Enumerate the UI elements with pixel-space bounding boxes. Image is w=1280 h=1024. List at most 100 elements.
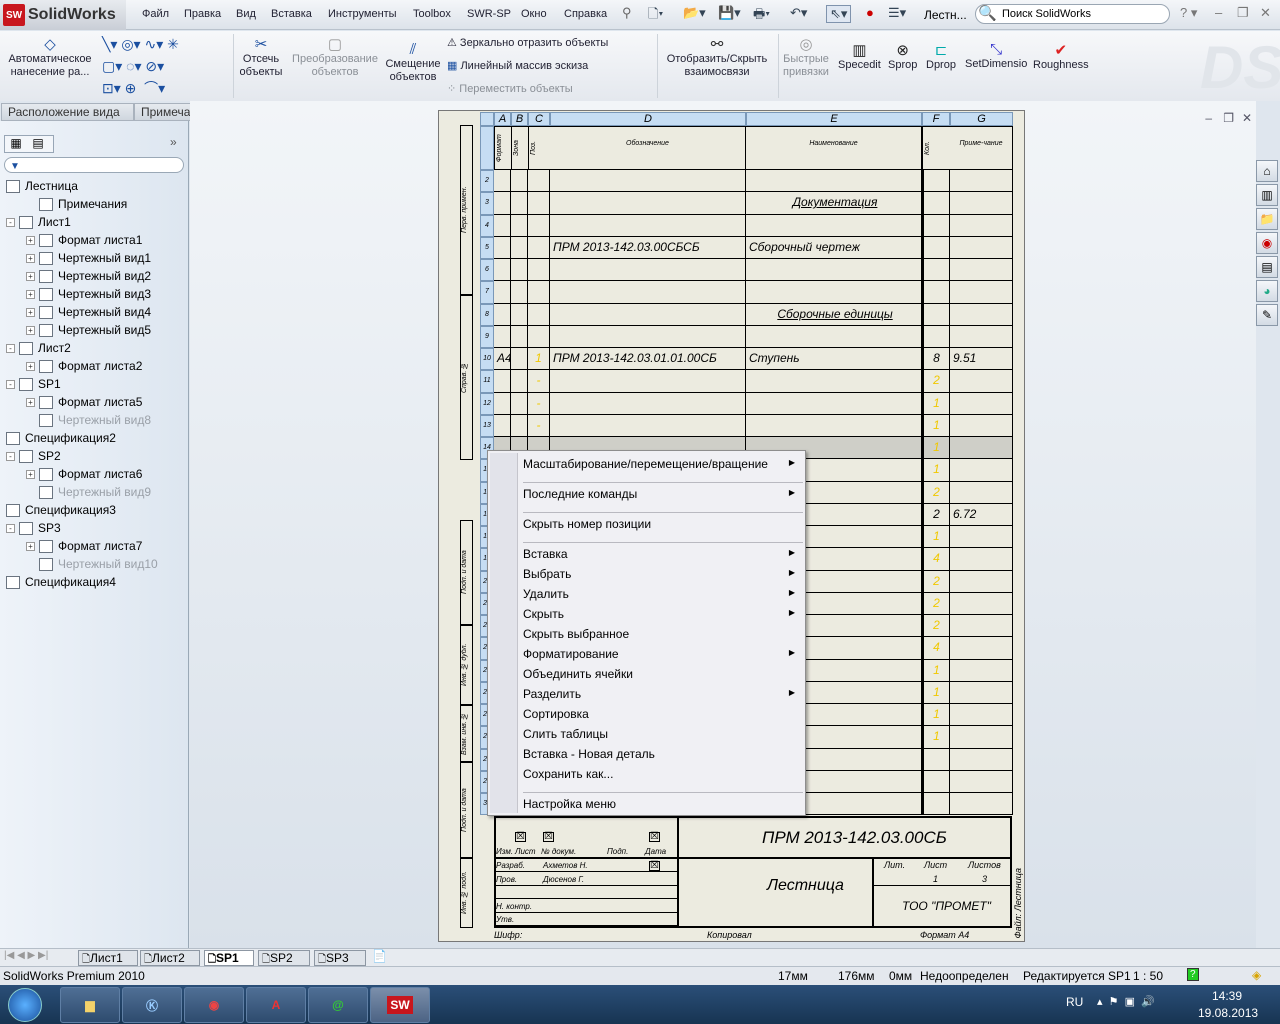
tree-item[interactable]: + Чертежный вид1 bbox=[26, 249, 151, 267]
select-icon[interactable]: ⇖▾ bbox=[826, 5, 852, 23]
row-header[interactable]: 10 bbox=[480, 348, 494, 371]
tree-item[interactable]: Спецификация2 bbox=[6, 429, 116, 447]
table-cell[interactable] bbox=[550, 192, 746, 215]
table-cell[interactable] bbox=[494, 259, 511, 282]
tree-item[interactable]: Чертежный вид10 bbox=[26, 555, 158, 573]
table-cell[interactable] bbox=[550, 370, 746, 393]
row-header[interactable]: 2 bbox=[480, 170, 494, 193]
expand-icon[interactable]: + bbox=[26, 325, 35, 335]
row-header[interactable]: 5 bbox=[480, 236, 494, 259]
view-palette-icon[interactable]: ▤ bbox=[1256, 256, 1278, 278]
menu-1[interactable]: Правка bbox=[184, 8, 221, 20]
table-cell[interactable] bbox=[950, 170, 1013, 193]
addin-dprop-button[interactable]: ⊏ Dprop bbox=[926, 41, 956, 72]
table-cell[interactable] bbox=[746, 170, 922, 193]
table-cell[interactable]: 1 bbox=[922, 526, 950, 549]
rebuild-icon[interactable]: ● bbox=[866, 5, 874, 20]
table-cell[interactable]: 4 bbox=[922, 637, 950, 660]
table-cell[interactable] bbox=[494, 214, 511, 237]
table-corner[interactable] bbox=[480, 112, 494, 126]
doc-restore-icon[interactable]: ❐ bbox=[1223, 111, 1234, 125]
table-cell[interactable] bbox=[950, 303, 1013, 326]
table-cell[interactable] bbox=[950, 770, 1013, 793]
collapse-icon[interactable]: - bbox=[6, 217, 15, 227]
feature-tree-tab-icon[interactable]: ▦ bbox=[5, 136, 27, 150]
table-cell[interactable] bbox=[511, 303, 528, 326]
sheet-scroll-arrows-icon[interactable]: |◀ ◀ ▶ ▶| bbox=[4, 950, 48, 961]
table-cell[interactable] bbox=[494, 392, 511, 415]
clock-date[interactable]: 19.08.2013 bbox=[1198, 1006, 1258, 1020]
tree-item[interactable]: + Формат листа6 bbox=[26, 465, 142, 483]
print-icon[interactable]: 🖶▾ bbox=[753, 5, 770, 27]
context-menu-item[interactable]: Сортировка bbox=[523, 707, 803, 721]
tree-item[interactable]: Чертежный вид8 bbox=[26, 411, 151, 429]
table-cell[interactable]: 1 bbox=[528, 348, 550, 371]
table-cell[interactable] bbox=[494, 370, 511, 393]
table-cell[interactable] bbox=[922, 281, 950, 304]
table-cell[interactable]: 1 bbox=[922, 459, 950, 482]
tree-item[interactable]: - SP1 bbox=[6, 375, 61, 393]
tag-icon[interactable]: ◈ bbox=[1252, 968, 1261, 982]
expand-icon[interactable]: + bbox=[26, 469, 35, 479]
expand-icon[interactable]: + bbox=[26, 289, 35, 299]
table-cell[interactable] bbox=[950, 325, 1013, 348]
options-icon[interactable]: ☰▾ bbox=[888, 5, 906, 21]
row-header[interactable]: 7 bbox=[480, 281, 494, 304]
search-icon[interactable]: 🔍 bbox=[978, 4, 997, 22]
table-cell[interactable] bbox=[950, 392, 1013, 415]
close-icon[interactable]: ✕ bbox=[1260, 5, 1271, 21]
appearances-icon[interactable]: ◕ bbox=[1256, 280, 1278, 302]
context-menu-item[interactable]: Выбрать ▶ bbox=[523, 567, 803, 581]
row-header[interactable]: 9 bbox=[480, 325, 494, 348]
table-cell[interactable] bbox=[550, 392, 746, 415]
row-header[interactable]: 8 bbox=[480, 303, 494, 326]
table-cell[interactable] bbox=[511, 259, 528, 282]
table-cell[interactable] bbox=[511, 236, 528, 259]
solidworks-logo[interactable]: SW SolidWorks bbox=[0, 0, 126, 30]
table-cell[interactable]: - bbox=[528, 414, 550, 437]
convert-entities-button[interactable]: ▢ Преобразование объектов bbox=[290, 35, 380, 79]
table-cell[interactable] bbox=[494, 281, 511, 304]
column-header-D[interactable]: D bbox=[550, 112, 746, 126]
table-cell[interactable] bbox=[494, 303, 511, 326]
chrome-taskbar-icon[interactable]: ◉ bbox=[184, 987, 244, 1023]
table-cell[interactable]: 8 bbox=[922, 348, 950, 371]
tray-icons[interactable]: ▴ ⚑ ▣ 🔊 bbox=[1097, 995, 1155, 1008]
new-doc-icon[interactable]: 🗋▾ bbox=[648, 5, 663, 27]
tree-item[interactable]: + Формат листа5 bbox=[26, 393, 142, 411]
table-cell[interactable] bbox=[950, 192, 1013, 215]
column-header-C[interactable]: C bbox=[528, 112, 550, 126]
context-menu-item[interactable]: Сохранить как... bbox=[523, 767, 803, 781]
table-cell[interactable]: ПРМ 2013-142.03.01.01.00СБ bbox=[550, 348, 746, 371]
table-cell[interactable]: 1 bbox=[922, 659, 950, 682]
tree-item[interactable]: Чертежный вид9 bbox=[26, 483, 151, 501]
help-status-icon[interactable]: ? bbox=[1187, 968, 1199, 981]
menu-4[interactable]: Инструменты bbox=[328, 8, 397, 20]
table-cell[interactable] bbox=[494, 325, 511, 348]
table-cell[interactable] bbox=[950, 726, 1013, 749]
table-cell[interactable]: 2 bbox=[922, 570, 950, 593]
quick-snaps-button[interactable]: ◎ Быстрые привязки bbox=[780, 35, 832, 79]
table-cell[interactable]: 9.51 bbox=[950, 348, 1013, 371]
tree-item[interactable]: Спецификация3 bbox=[6, 501, 116, 519]
tree-item[interactable]: + Чертежный вид4 bbox=[26, 303, 151, 321]
table-cell[interactable]: Ступень bbox=[746, 348, 922, 371]
table-cell[interactable] bbox=[550, 325, 746, 348]
table-cell[interactable] bbox=[746, 414, 922, 437]
context-menu-item[interactable]: Настройка меню bbox=[523, 797, 803, 811]
table-cell[interactable] bbox=[511, 281, 528, 304]
table-cell[interactable] bbox=[950, 236, 1013, 259]
column-header-E[interactable]: E bbox=[746, 112, 922, 126]
tree-item[interactable]: + Формат листа7 bbox=[26, 537, 142, 555]
sheet-tab[interactable]: 🗋SP1 bbox=[204, 950, 254, 966]
table-cell[interactable]: Сборочный чертеж bbox=[746, 236, 922, 259]
collapse-icon[interactable]: - bbox=[6, 451, 15, 461]
expand-icon[interactable]: + bbox=[26, 253, 35, 263]
table-cell[interactable]: 1 bbox=[922, 681, 950, 704]
table-cell[interactable] bbox=[950, 214, 1013, 237]
expand-icon[interactable]: + bbox=[26, 307, 35, 317]
table-cell[interactable] bbox=[950, 414, 1013, 437]
column-header-A[interactable]: A bbox=[494, 112, 511, 126]
menu-2[interactable]: Вид bbox=[236, 8, 256, 20]
explorer-taskbar-icon[interactable]: ▆ bbox=[60, 987, 120, 1023]
